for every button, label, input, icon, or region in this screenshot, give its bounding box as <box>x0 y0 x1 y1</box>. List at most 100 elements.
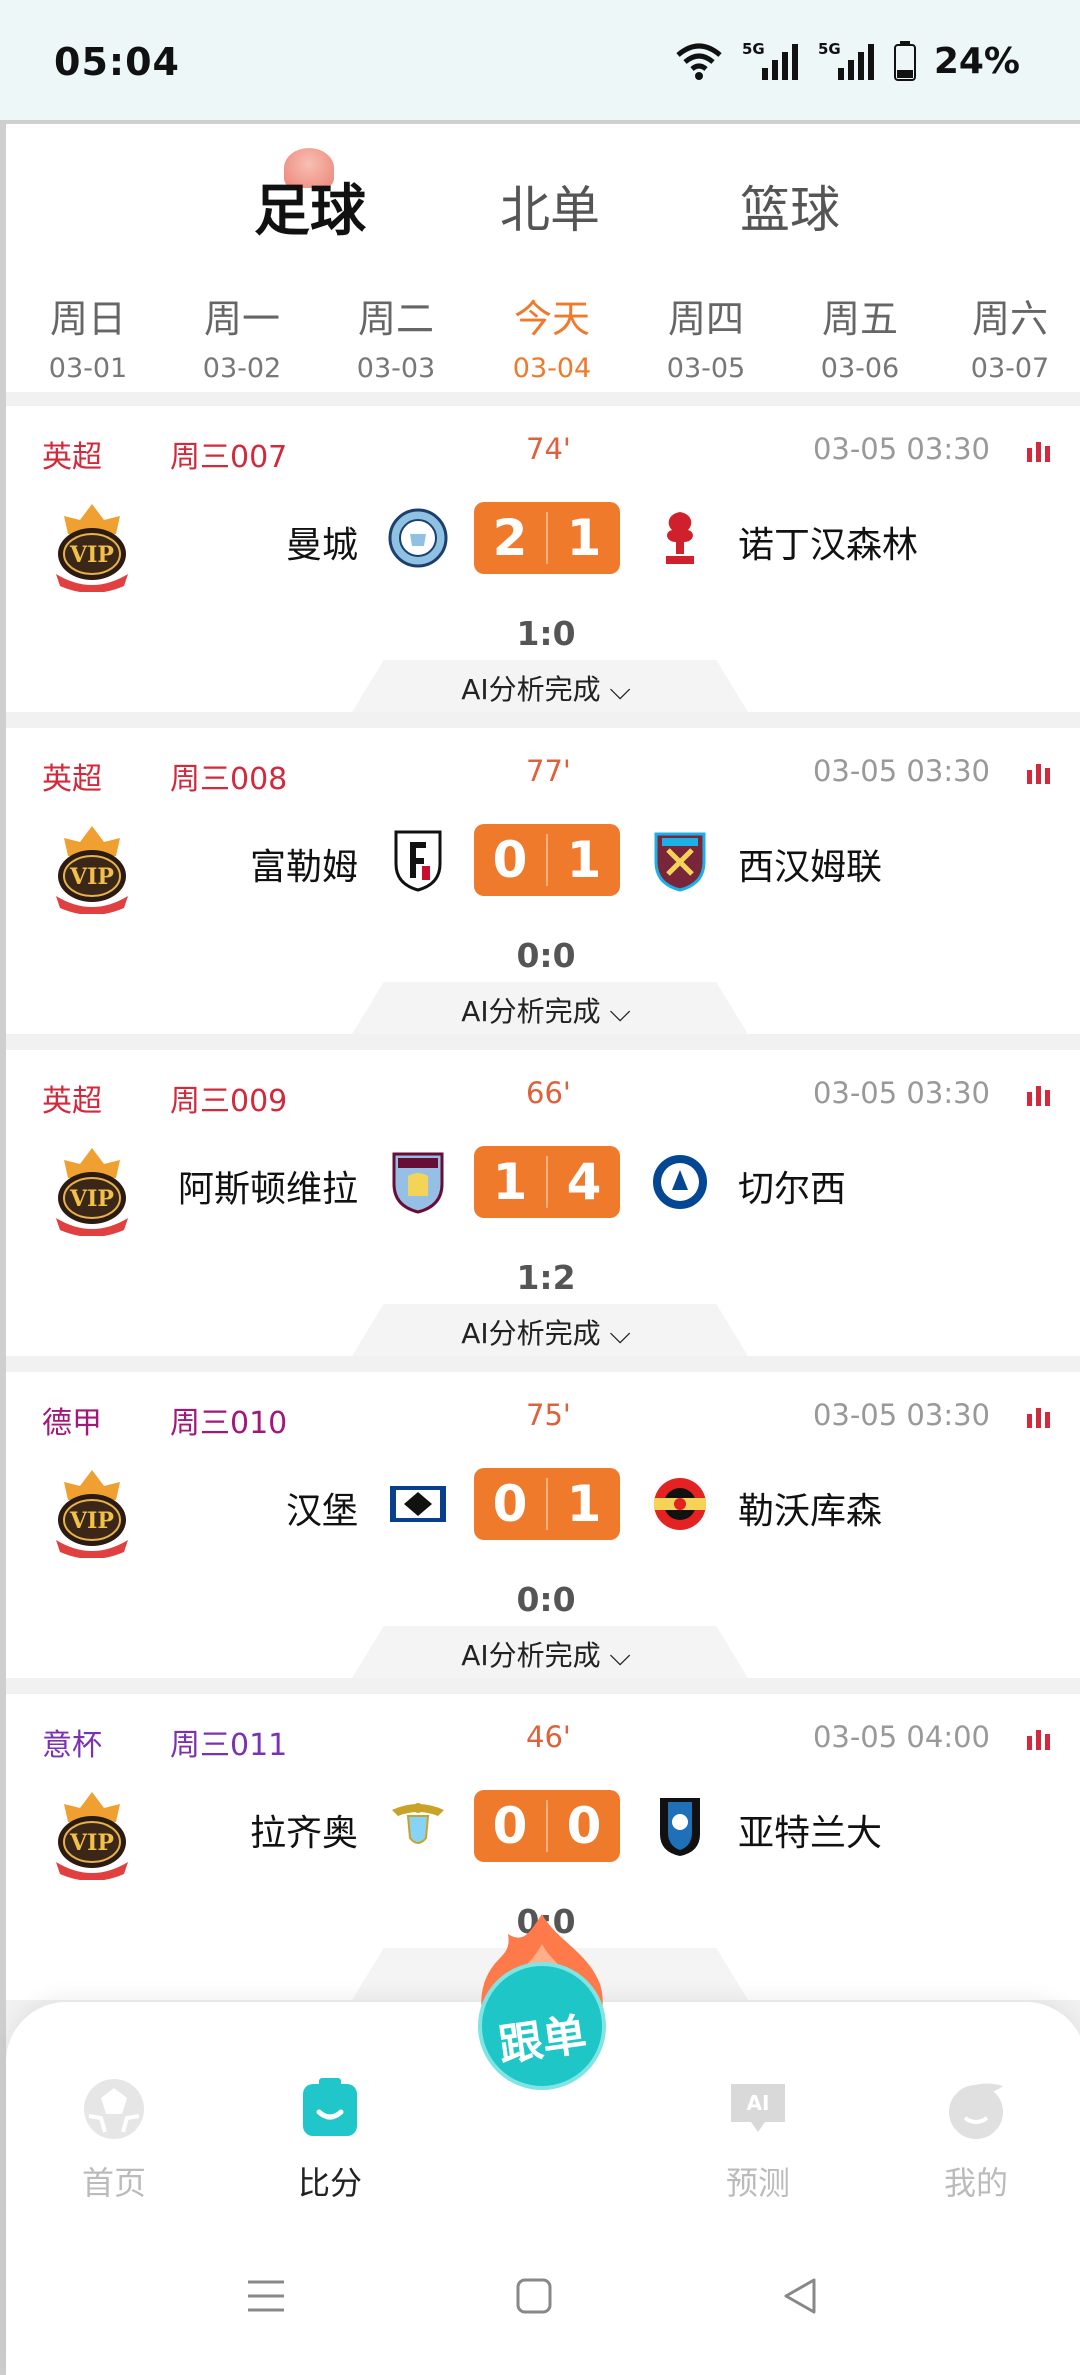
match-list: 英超 周三007 74' 03-05 03:30 VIP 曼城 2 1 诺丁汉森… <box>6 392 1080 2122</box>
tab-basketball[interactable]: 篮球 <box>740 170 840 242</box>
score-box: 0 1 <box>474 1468 620 1540</box>
half-time-score: 1:0 <box>516 614 576 653</box>
cellular-signal-icon-2: 5G <box>818 40 874 80</box>
ai-badge: AI <box>747 2091 770 2115</box>
home-team-name: 富勒姆 <box>249 847 358 888</box>
date-date: 03-03 <box>356 353 436 384</box>
date-tab-today[interactable]: 今天 03-04 <box>482 288 622 384</box>
ai-analysis-label: AI分析完成 <box>461 1317 601 1350</box>
score-box: 2 1 <box>474 502 620 574</box>
atalanta-crest-icon <box>660 1798 700 1856</box>
chevron-down-icon: ⌵ <box>609 1317 631 1350</box>
tab-beidan[interactable]: 北单 <box>500 170 600 242</box>
match-code: 周三010 <box>170 1406 288 1441</box>
home-team-name: 汉堡 <box>285 1491 358 1532</box>
vip-badge-icon[interactable]: VIP <box>46 1466 138 1558</box>
half-time-score: 1:2 <box>516 1258 576 1297</box>
nottingham-forest-crest-icon <box>666 512 694 564</box>
hamburg-crest-icon <box>390 1486 446 1522</box>
lazio-crest-icon <box>392 1803 444 1844</box>
vip-badge-icon[interactable]: VIP <box>46 1788 138 1880</box>
date-date: 03-05 <box>666 353 746 384</box>
match-code: 周三011 <box>170 1728 288 1763</box>
cellular-signal-icon: 5G <box>742 40 798 80</box>
away-score: 4 <box>566 1153 602 1211</box>
chelsea-crest-icon <box>651 1153 709 1211</box>
away-score: 1 <box>566 1475 602 1533</box>
date-tab-sat[interactable]: 周六 03-07 <box>940 288 1080 384</box>
nav-prediction[interactable]: AI 预测 <box>688 2076 828 2204</box>
date-date: 03-02 <box>202 353 282 384</box>
date-day: 周六 <box>971 297 1048 341</box>
ai-analysis-label: AI分析完成 <box>461 1639 601 1672</box>
kickoff-time: 03-05 03:30 <box>812 754 990 788</box>
nav-label: 我的 <box>943 2164 1008 2202</box>
aston-villa-crest-icon <box>392 1152 444 1214</box>
date-tab-mon[interactable]: 周一 03-02 <box>172 288 312 384</box>
ai-analysis-toggle[interactable]: AI分析完成 ⌵ <box>6 990 1080 1030</box>
nav-scores[interactable]: 比分 <box>260 2076 400 2204</box>
match-code: 周三008 <box>170 762 288 797</box>
vip-label: VIP <box>69 1186 114 1212</box>
tab-football[interactable]: 足球 <box>254 166 366 247</box>
vip-badge-icon[interactable]: VIP <box>46 1144 138 1236</box>
stats-icon[interactable] <box>1027 764 1050 784</box>
home-score: 0 <box>492 831 528 889</box>
away-team-name: 亚特兰大 <box>738 1813 883 1854</box>
score-box: 0 1 <box>474 824 620 896</box>
recent-apps-icon[interactable] <box>246 2276 286 2316</box>
match-minute: 66' <box>526 1076 571 1110</box>
home-icon[interactable] <box>514 2276 554 2316</box>
date-tab-fri[interactable]: 周五 03-06 <box>790 288 930 384</box>
date-day: 周一 <box>203 297 280 341</box>
date-tab-sun[interactable]: 周日 03-01 <box>18 288 158 384</box>
nav-home[interactable]: 首页 <box>44 2076 184 2204</box>
score-box: 1 4 <box>474 1146 620 1218</box>
kickoff-time: 03-05 03:30 <box>812 432 990 466</box>
ai-analysis-toggle[interactable]: AI分析完成 ⌵ <box>6 668 1080 708</box>
wifi-icon <box>676 43 722 80</box>
nav-label: 首页 <box>81 2164 146 2202</box>
away-score: 1 <box>566 831 602 889</box>
match-card[interactable]: 英超 周三007 74' 03-05 03:30 VIP 曼城 2 1 诺丁汉森… <box>6 406 1080 712</box>
system-nav-bar <box>0 2270 1080 2350</box>
stats-icon[interactable] <box>1027 442 1050 462</box>
profile-icon <box>949 2083 1003 2139</box>
vip-badge-icon[interactable]: VIP <box>46 822 138 914</box>
vip-label: VIP <box>69 542 114 568</box>
home-team-name: 阿斯顿维拉 <box>177 1169 358 1210</box>
match-card[interactable]: 英超 周三008 77' 03-05 03:30 VIP 富勒姆 0 1 西汉姆… <box>6 728 1080 1034</box>
back-icon[interactable] <box>780 2276 820 2316</box>
nav-profile[interactable]: 我的 <box>906 2076 1046 2204</box>
leverkusen-crest-icon <box>654 1478 706 1530</box>
half-time-score: 0:0 <box>516 1580 576 1619</box>
ai-analysis-toggle[interactable]: AI分析完成 ⌵ <box>6 1312 1080 1352</box>
date-tab-thu[interactable]: 周四 03-05 <box>636 288 776 384</box>
away-team-name: 诺丁汉森林 <box>738 525 919 566</box>
date-tab-tue[interactable]: 周二 03-03 <box>326 288 466 384</box>
away-score: 0 <box>566 1797 602 1855</box>
home-score: 2 <box>492 509 528 567</box>
match-card[interactable]: 英超 周三009 66' 03-05 03:30 VIP 阿斯顿维拉 1 4 切… <box>6 1050 1080 1356</box>
stats-icon[interactable] <box>1027 1730 1050 1750</box>
kickoff-time: 03-05 03:30 <box>812 1076 990 1110</box>
away-team-name: 西汉姆联 <box>738 847 883 888</box>
vip-label: VIP <box>69 864 114 890</box>
fulham-crest-icon <box>394 830 442 892</box>
stats-icon[interactable] <box>1027 1408 1050 1428</box>
home-team-name: 拉齐奥 <box>249 1813 358 1854</box>
home-score: 1 <box>492 1153 528 1211</box>
league-label: 英超 <box>42 1084 102 1119</box>
date-date: 03-07 <box>970 353 1050 384</box>
stats-icon[interactable] <box>1027 1086 1050 1106</box>
league-label: 英超 <box>42 762 102 797</box>
ai-analysis-toggle[interactable]: AI分析完成 ⌵ <box>6 1634 1080 1674</box>
app-content: 足球 北单 篮球 周日 03-01 周一 03-02 周二 03-03 今天 0… <box>0 120 1080 2375</box>
match-minute: 74' <box>526 432 571 466</box>
vip-badge-icon[interactable]: VIP <box>46 500 138 592</box>
date-date: 03-06 <box>820 353 900 384</box>
match-card[interactable]: 德甲 周三010 75' 03-05 03:30 VIP 汉堡 0 1 勒沃库森… <box>6 1372 1080 1678</box>
network-label-1: 5G <box>742 40 765 58</box>
ai-analysis-label: AI分析完成 <box>461 673 601 706</box>
match-code: 周三009 <box>170 1084 288 1119</box>
